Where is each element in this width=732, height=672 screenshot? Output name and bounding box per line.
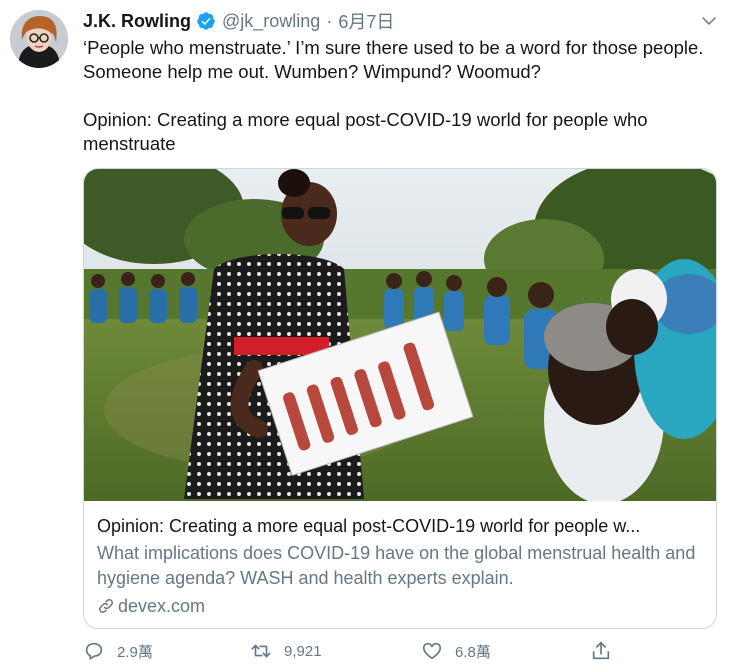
tweet-text-line2: Opinion: Creating a more equal post-COVI…: [83, 109, 648, 154]
author-name[interactable]: J.K. Rowling: [83, 11, 191, 32]
like-button[interactable]: 6.8萬: [421, 640, 491, 662]
card-domain: devex.com: [97, 594, 705, 618]
link-card[interactable]: Opinion: Creating a more equal post-COVI…: [83, 168, 717, 629]
retweet-button[interactable]: 9,921: [250, 640, 322, 662]
author-photo: [10, 10, 68, 68]
reply-count: 2.9萬: [117, 643, 153, 661]
tweet-date[interactable]: 6月7日: [338, 8, 394, 34]
card-body: Opinion: Creating a more equal post-COVI…: [97, 514, 705, 618]
like-count: 6.8萬: [455, 643, 491, 661]
retweet-icon: [251, 644, 271, 658]
share-button[interactable]: [590, 640, 624, 662]
reply-icon: [85, 642, 103, 660]
separator-dot: ·: [326, 10, 333, 31]
card-title: Opinion: Creating a more equal post-COVI…: [97, 516, 641, 536]
verified-badge-icon: [197, 12, 215, 30]
card-description: What implications does COVID-19 have on …: [97, 543, 696, 588]
tweet-text-line1: ‘People who menstruate.’ I’m sure there …: [83, 37, 704, 82]
share-icon: [592, 641, 610, 660]
tweet-header: J.K. Rowling @jk_rowling · 6月7日: [83, 9, 692, 33]
card-domain-text: devex.com: [118, 596, 206, 616]
tweet-actions: 2.9萬 9,921 6.8萬: [83, 640, 623, 670]
retweet-count: 9,921: [284, 642, 322, 660]
chevron-down-icon[interactable]: [700, 12, 718, 30]
link-icon: [99, 599, 113, 613]
avatar[interactable]: [10, 10, 68, 68]
card-image: [84, 169, 716, 501]
author-handle[interactable]: @jk_rowling: [222, 11, 320, 32]
reply-button[interactable]: 2.9萬: [83, 640, 153, 662]
tweet-text: ‘People who menstruate.’ I’m sure there …: [83, 36, 723, 156]
heart-icon: [422, 642, 442, 660]
